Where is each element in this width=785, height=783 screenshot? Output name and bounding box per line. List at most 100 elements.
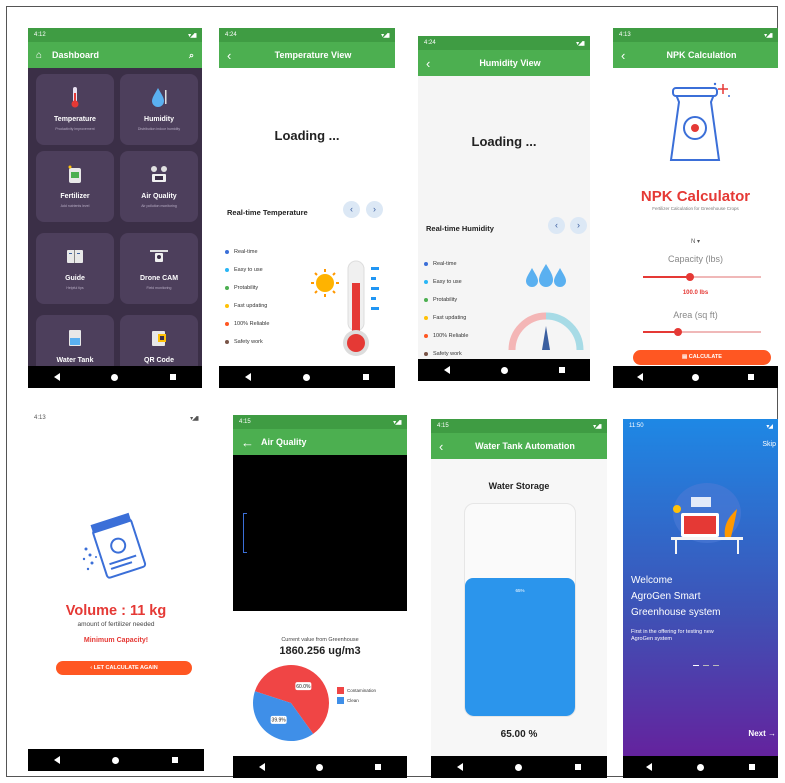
back-arrow-icon[interactable]: ‹ — [426, 56, 438, 71]
tile-fertilizer[interactable]: Fertilizer Add nutrients level — [36, 151, 114, 222]
recents-nav-icon[interactable] — [747, 374, 754, 380]
tile-humidity[interactable]: Humidity Distribution indoor humidity — [120, 74, 198, 145]
app-bar: ← Air Quality — [233, 429, 407, 455]
next-button[interactable]: Next → — [748, 729, 776, 738]
tile-title: Drone CAM — [139, 275, 179, 282]
legend-item: Contamination — [337, 687, 376, 694]
tile-drone-cam[interactable]: Drone CAM Field monitoring — [120, 233, 198, 304]
back-nav-icon[interactable] — [457, 763, 464, 771]
bullet-icon — [424, 280, 428, 284]
tile-title: Fertilizer — [60, 193, 90, 200]
recents-nav-icon[interactable] — [749, 764, 756, 770]
volume-result-screen: 4:13 ▾◢▮ Volume : 11 kg amount of fertili… — [28, 411, 204, 771]
tile-subtitle: Helpful tips — [66, 286, 84, 290]
page-title: Water Tank Automation — [475, 441, 575, 451]
section-title: Real-time Humidity — [426, 224, 494, 233]
page-title: Dashboard — [52, 50, 100, 60]
home-nav-icon[interactable] — [500, 366, 508, 374]
back-arrow-icon[interactable]: ← — [241, 435, 254, 450]
back-nav-icon[interactable] — [258, 763, 265, 771]
home-nav-icon[interactable] — [691, 373, 699, 381]
tile-guide[interactable]: Guide Helpful tips — [36, 233, 114, 304]
back-nav-icon[interactable] — [245, 373, 252, 381]
prev-button[interactable]: ‹ — [548, 217, 565, 234]
next-button[interactable]: › — [366, 201, 383, 218]
nav-bar — [28, 366, 202, 388]
home-nav-icon[interactable] — [316, 763, 324, 771]
status-bar: 4:24 ▾◢▮ — [219, 28, 395, 42]
book-icon — [67, 250, 83, 263]
section-title: Real-time Temperature — [227, 208, 308, 217]
capacity-warning: Minimum Capacity! — [83, 637, 149, 644]
signal-icon: ▾◢▮ — [393, 419, 402, 426]
status-bar: 4:15 ▾◢▮ — [233, 415, 407, 429]
bullet-icon — [424, 352, 428, 356]
next-label: Next — [748, 729, 766, 738]
app-bar: ‹ Temperature View — [219, 42, 395, 68]
camera-feed — [233, 455, 407, 611]
page-indicator — [693, 665, 719, 666]
skip-button[interactable]: Skip — [762, 441, 776, 448]
calculate-again-button[interactable]: ‹ LET CALCULATE AGAIN — [56, 661, 192, 675]
app-bar: ‹ Water Tank Automation — [431, 433, 607, 459]
air-value: 1860.256 ug/m3 — [279, 645, 361, 657]
calculate-button[interactable]: ▤ CALCULATE — [633, 350, 771, 365]
back-nav-icon[interactable] — [54, 756, 61, 764]
tile-title: QR Code — [144, 357, 174, 364]
bullet-icon — [225, 340, 229, 344]
tile-air-quality[interactable]: Air Quality Air pollution monitoring — [120, 151, 198, 222]
nutrient-dropdown[interactable]: N ▾ — [613, 238, 778, 245]
feature-label: Protability — [234, 285, 259, 291]
back-arrow-icon[interactable]: ‹ — [439, 439, 451, 454]
back-nav-icon[interactable] — [637, 373, 644, 381]
status-time: 4:12 — [34, 32, 46, 38]
home-nav-icon[interactable] — [112, 756, 120, 764]
tile-temperature[interactable]: Temperature Productivity improvement — [36, 74, 114, 145]
water-drops-icon — [526, 264, 566, 287]
home-nav-icon[interactable] — [111, 373, 119, 381]
prev-button[interactable]: ‹ — [343, 201, 360, 218]
welcome-line-3: Greenhouse system — [631, 607, 721, 618]
recents-nav-icon[interactable] — [558, 367, 565, 373]
status-bar: 11:50 ▾◢ — [623, 419, 778, 433]
chart-legend: Contamination Clean — [337, 687, 376, 707]
page-dot — [693, 665, 699, 666]
slider-thumb[interactable] — [686, 273, 695, 281]
recents-nav-icon[interactable] — [171, 757, 178, 763]
page-title: Humidity View — [479, 58, 541, 68]
calculate-label: CALCULATE — [688, 354, 722, 360]
feature-label: 100% Reliable — [433, 333, 469, 339]
fertilizer-bag-icon — [68, 165, 81, 183]
legend-label: Contamination — [347, 688, 377, 693]
search-icon[interactable]: ⌕ — [189, 50, 194, 61]
bullet-icon — [225, 322, 229, 326]
capacity-slider[interactable] — [643, 273, 761, 281]
next-button[interactable]: › — [570, 217, 587, 234]
feature-label: Protability — [433, 297, 458, 303]
recents-nav-icon[interactable] — [170, 374, 177, 380]
feature-label: 100% Reliable — [234, 321, 270, 327]
signal-icon: ▾◢▮ — [381, 32, 390, 39]
back-nav-icon[interactable] — [53, 373, 60, 381]
page-dot — [703, 665, 709, 666]
air-quality-pie-chart: 60.0% 39.9% — [253, 665, 329, 741]
back-nav-icon[interactable] — [645, 763, 652, 771]
back-arrow-icon[interactable]: ‹ — [227, 48, 239, 63]
workspace-illustration — [671, 483, 743, 554]
calculate-again-label: LET CALCULATE AGAIN — [93, 665, 158, 671]
area-slider[interactable] — [643, 328, 761, 336]
recents-nav-icon[interactable] — [362, 374, 369, 380]
recents-nav-icon[interactable] — [574, 764, 581, 770]
page-title: NPK Calculation — [666, 50, 737, 60]
home-nav-icon[interactable] — [515, 763, 523, 771]
home-icon[interactable]: ⌂ — [36, 50, 42, 61]
back-nav-icon[interactable] — [443, 366, 450, 374]
chevron-down-icon: ▾ — [697, 239, 701, 245]
water-tank-icon — [69, 330, 81, 346]
page-title: Temperature View — [274, 50, 352, 60]
recents-nav-icon[interactable] — [375, 764, 382, 770]
home-nav-icon[interactable] — [696, 763, 704, 771]
slider-thumb[interactable] — [674, 328, 683, 336]
back-arrow-icon[interactable]: ‹ — [621, 48, 633, 63]
home-nav-icon[interactable] — [303, 373, 311, 381]
